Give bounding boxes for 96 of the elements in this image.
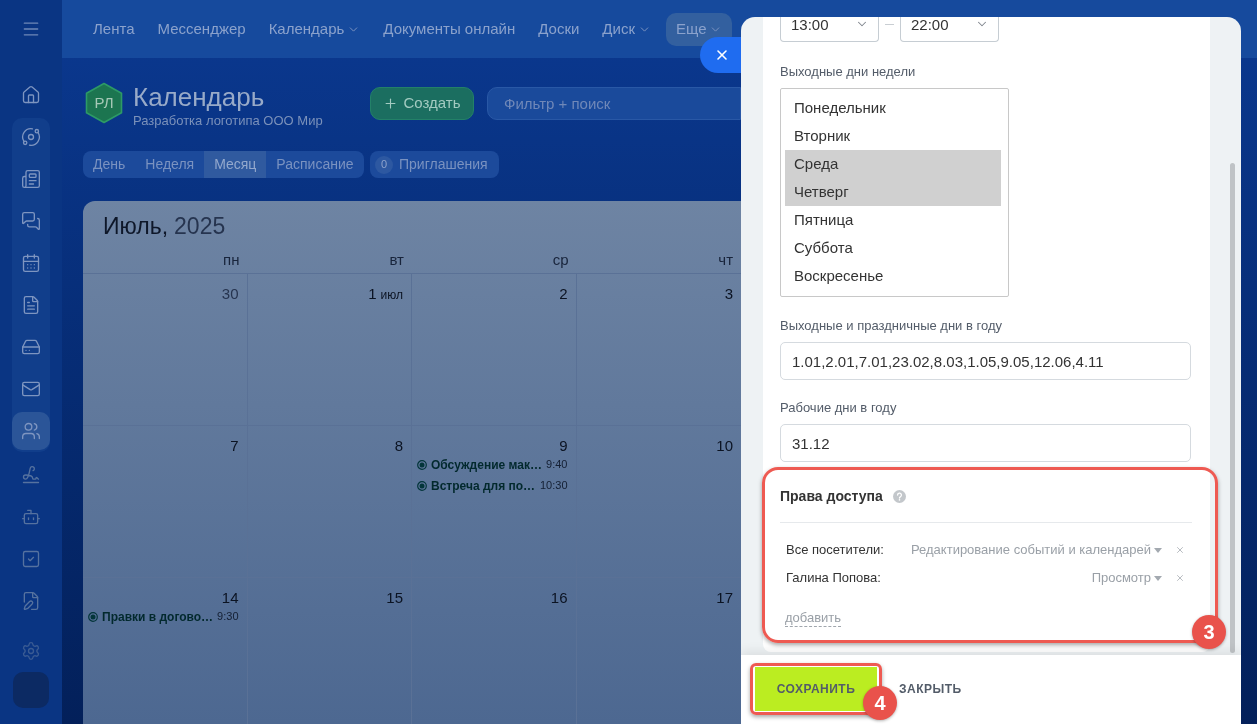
weekday-option[interactable]: Суббота xyxy=(785,234,1001,262)
field-label: Выходные дни недели xyxy=(780,64,917,80)
permission-dropdown[interactable]: Редактирование событий и календарей xyxy=(911,540,1162,560)
day-number[interactable]: 7 xyxy=(230,437,239,454)
day-number[interactable]: 1 июл xyxy=(368,285,403,304)
event-time: 9:40 xyxy=(546,457,568,473)
weekday-option[interactable]: Среда xyxy=(785,150,1001,178)
day-number[interactable]: 15 xyxy=(386,589,403,606)
month-title: Июль, xyxy=(103,211,169,241)
robot-icon xyxy=(21,507,41,527)
file-edit-icon xyxy=(21,591,41,611)
close-link[interactable]: ЗАКРЫТЬ xyxy=(899,667,962,711)
section-title: Права доступа xyxy=(780,488,883,505)
day-number[interactable]: 30 xyxy=(221,285,239,302)
event-dot-icon xyxy=(88,611,98,622)
add-link[interactable]: добавить xyxy=(785,610,842,627)
project-logo: РЛ xyxy=(83,82,125,124)
nav-item[interactable]: Мессенджер xyxy=(157,12,246,46)
field-label: Выходные и праздничные дни в году xyxy=(780,318,1003,334)
people-icon xyxy=(21,421,41,441)
event-title[interactable]: Встреча для по… xyxy=(431,476,536,495)
weekday-label: пн xyxy=(223,251,240,270)
home-icon xyxy=(21,85,41,105)
checkbox-icon xyxy=(21,549,41,569)
range-dash xyxy=(885,24,894,25)
day-number[interactable]: 3 xyxy=(724,285,733,302)
step-badge: 4 xyxy=(863,686,897,720)
weekday-option[interactable]: Вторник xyxy=(785,122,1001,150)
day-number[interactable]: 9 xyxy=(559,437,568,454)
count-badge: 0 xyxy=(375,155,393,174)
day-number[interactable]: 17 xyxy=(716,589,733,606)
caret-icon xyxy=(1154,575,1162,581)
caret-icon xyxy=(1154,547,1162,553)
weekday-label: ср xyxy=(552,251,569,270)
weekday-option[interactable]: Воскресенье xyxy=(785,262,1001,290)
weekday-option[interactable]: Понедельник xyxy=(785,94,1001,122)
event-time: 9:30 xyxy=(217,609,239,625)
event-time: 10:30 xyxy=(539,478,568,494)
close-icon xyxy=(1175,545,1185,555)
weekday-option[interactable]: Пятница xyxy=(785,206,1001,234)
nav-item[interactable]: Календарь xyxy=(268,12,361,46)
signature-icon xyxy=(21,465,41,485)
remove-button[interactable] xyxy=(1175,573,1185,583)
field-label: Рабочие дни в году xyxy=(780,400,898,416)
close-button[interactable] xyxy=(700,37,741,73)
permission-dropdown[interactable]: Просмотр xyxy=(1091,568,1162,588)
close-icon xyxy=(714,47,730,63)
weekday-label: чт xyxy=(718,251,733,270)
event-title[interactable]: Обсуждение мак… xyxy=(431,455,542,474)
sidebar-item[interactable] xyxy=(12,412,50,450)
page-title: Календарь xyxy=(133,82,266,112)
orbit-icon xyxy=(21,127,41,147)
mail-icon xyxy=(21,379,41,399)
weekday-listbox[interactable]: Понедельник Вторник Среда Четверг Пятница Суббота Воскресенье xyxy=(780,88,1009,297)
time-select[interactable]: 13:00 xyxy=(780,17,879,42)
step-badge: 3 xyxy=(1192,615,1226,649)
member-name: Все посетители: xyxy=(786,541,884,560)
newspaper-icon xyxy=(21,169,41,189)
day-number[interactable]: 16 xyxy=(550,589,568,606)
nav-item[interactable]: Диск xyxy=(602,12,651,46)
invitations-button[interactable]: 0 Приглашения xyxy=(370,151,499,178)
event-title[interactable]: Правки в догово… xyxy=(102,607,214,626)
drive-icon xyxy=(21,337,41,357)
view-tab[interactable]: Расписание xyxy=(266,151,364,178)
view-tab[interactable]: Неделя xyxy=(135,151,205,178)
nav-item[interactable]: Документы онлайн xyxy=(383,12,516,46)
workdays-input[interactable]: 31.12 xyxy=(780,424,1191,462)
weekday-option[interactable]: Четверг xyxy=(785,178,1001,206)
member-name: Галина Попова: xyxy=(786,569,881,588)
plus-icon xyxy=(383,96,399,111)
nav-item[interactable]: Еще xyxy=(665,12,733,46)
remove-button[interactable] xyxy=(1175,545,1185,555)
view-tab[interactable]: День xyxy=(83,151,136,178)
weekday-label: вт xyxy=(389,251,404,270)
page-subtitle: Разработка логотипа ООО Мир xyxy=(133,113,323,129)
event-dot-icon xyxy=(417,480,427,491)
settings-icon[interactable] xyxy=(21,641,41,661)
year-title: 2025 xyxy=(174,211,226,241)
close-icon xyxy=(1175,573,1185,583)
calendar-icon xyxy=(21,253,41,273)
day-number[interactable]: 8 xyxy=(394,437,403,454)
create-button[interactable]: Создать xyxy=(370,87,474,120)
nav-item[interactable]: Доски xyxy=(538,12,580,46)
time-select[interactable]: 22:00 xyxy=(900,17,999,42)
day-number[interactable]: 14 xyxy=(221,589,239,606)
nav-item[interactable]: Лента xyxy=(93,12,135,46)
scrollbar[interactable] xyxy=(1230,163,1235,653)
day-number[interactable]: 10 xyxy=(716,437,733,454)
day-number[interactable]: 2 xyxy=(559,285,568,302)
view-tab[interactable]: Месяц xyxy=(204,151,267,178)
document-icon xyxy=(21,295,41,315)
holidays-input[interactable]: 1.01,2.01,7.01,23.02,8.03,1.05,9.05,12.06,4.11 xyxy=(780,342,1191,380)
search-field[interactable]: Фильтр + поиск xyxy=(487,87,741,120)
chat-icon xyxy=(21,211,41,231)
help-icon[interactable] xyxy=(892,490,906,503)
event-dot-icon xyxy=(417,459,427,470)
